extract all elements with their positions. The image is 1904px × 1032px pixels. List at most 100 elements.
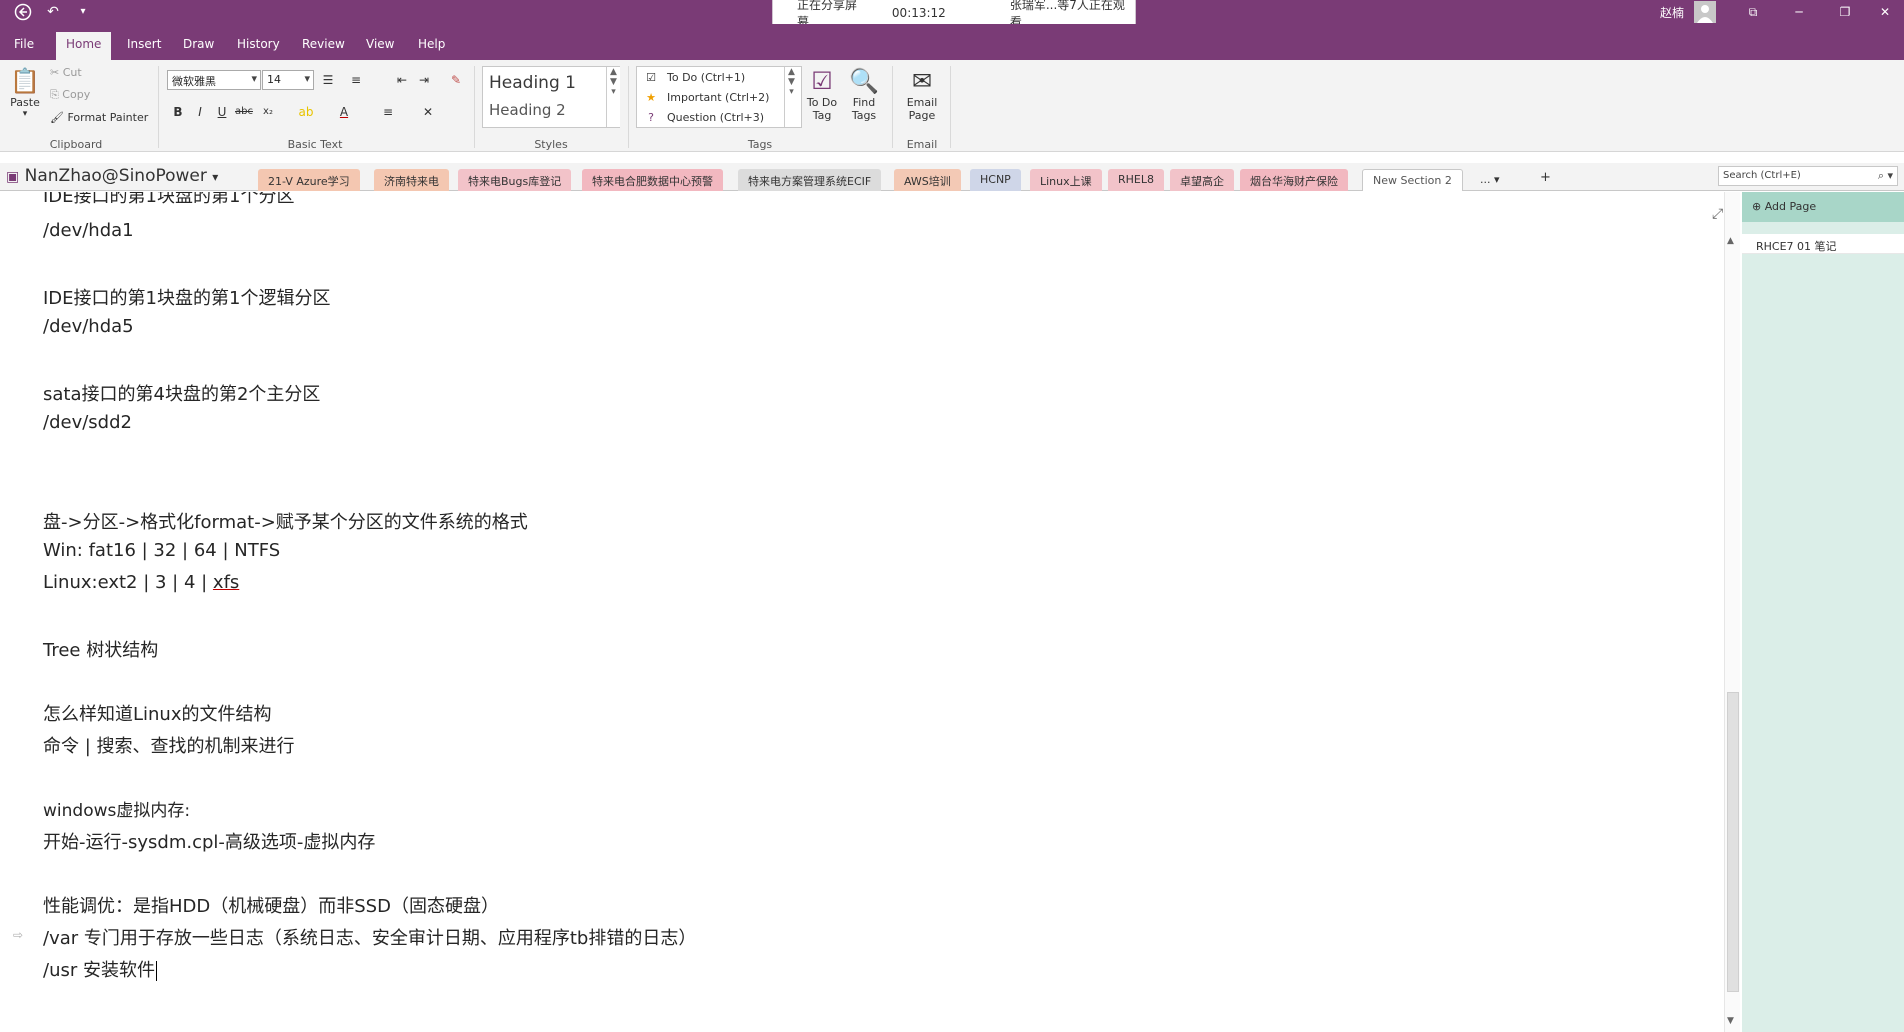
tab-view[interactable]: View	[356, 32, 404, 60]
paste-button[interactable]: 📋 Paste ▾	[8, 66, 42, 119]
more-sections-button[interactable]: ... ▾	[1470, 169, 1510, 191]
strikethrough-icon[interactable]: abc	[234, 102, 254, 122]
clear-formatting-icon[interactable]: ✎	[446, 70, 466, 90]
note-line[interactable]: Win: fat16 | 32 | 64 | NTFS	[43, 540, 280, 561]
section-tab[interactable]: 21-V Azure学习	[258, 169, 360, 191]
numbering-icon[interactable]: ≡	[346, 70, 366, 90]
close-icon[interactable]: ✕	[1870, 2, 1900, 22]
scrollbar-thumb[interactable]	[1727, 692, 1739, 992]
note-line[interactable]: IDE接口的第1块盘的第1个逻辑分区	[43, 284, 330, 310]
pages-pane: ⊕ Add Page RHCE7 01 笔记	[1742, 192, 1904, 1032]
email-page-button[interactable]: ✉ Email Page	[900, 66, 944, 122]
tab-insert[interactable]: Insert	[117, 32, 171, 60]
style-heading-1[interactable]: Heading 1	[489, 73, 576, 93]
tag-todo[interactable]: ☑ To Do (Ctrl+1)	[643, 71, 745, 84]
note-line[interactable]: Linux:ext2 | 3 | 4 | xfs	[43, 572, 239, 593]
ribbon-display-icon[interactable]: ⧉	[1738, 2, 1768, 22]
chevron-down-icon: ▾	[22, 109, 28, 119]
undo-icon[interactable]: ↶	[44, 3, 62, 21]
quick-access-dropdown-icon[interactable]: ▾	[74, 3, 92, 21]
page-scrollbar[interactable]: ▲ ▼	[1724, 192, 1740, 1032]
section-tab[interactable]: 特来电合肥数据中心预警	[582, 169, 723, 191]
tab-help[interactable]: Help	[408, 32, 455, 60]
note-line[interactable]: 盘->分区->格式化format->赋予某个分区的文件系统的格式	[43, 508, 528, 534]
note-line[interactable]: 性能调优：是指HDD（机械硬盘）而非SSD（固态硬盘）	[43, 892, 499, 918]
font-color-icon[interactable]: A	[334, 102, 354, 122]
note-line[interactable]: 命令 | 搜索、查找的机制来进行	[43, 732, 295, 758]
highlight-icon[interactable]: ab	[296, 102, 316, 122]
italic-icon[interactable]: I	[190, 102, 210, 122]
restore-icon[interactable]: ❐	[1830, 2, 1860, 22]
question-icon: ?	[648, 111, 654, 124]
copy-icon: ⎘	[50, 88, 63, 101]
section-tab[interactable]: 特来电方案管理系统ECIF	[738, 169, 882, 191]
avatar[interactable]	[1694, 1, 1716, 23]
tab-home[interactable]: Home	[56, 32, 112, 60]
section-tab[interactable]: 济南特来电	[374, 169, 449, 191]
ribbon-tabs: File Home Insert Draw History Review Vie…	[0, 24, 1904, 60]
bold-icon[interactable]: B	[168, 102, 188, 122]
styles-group-label: Styles	[534, 138, 568, 151]
note-line[interactable]: 怎么样知道Linux的文件结构	[43, 700, 272, 726]
group-divider	[892, 66, 893, 148]
underline-icon[interactable]: U	[212, 102, 232, 122]
note-line[interactable]: sata接口的第4块盘的第2个主分区	[43, 380, 320, 406]
note-line[interactable]: /usr 安装软件	[43, 956, 157, 982]
plus-circle-icon: ⊕	[1752, 200, 1765, 213]
font-family-select[interactable]: 微软雅黑 ▾	[167, 70, 261, 90]
bullets-icon[interactable]: ☰	[318, 70, 338, 90]
tag-important[interactable]: ★ Important (Ctrl+2)	[643, 91, 769, 104]
todo-tag-button[interactable]: ☑ To Do Tag	[804, 66, 840, 122]
note-line[interactable]: IDE接口的第1块盘的第1个分区	[43, 192, 294, 208]
ribbon: 📋 Paste ▾ ✂ Cut ⎘ Copy 🖌 Format Painter …	[0, 60, 1904, 152]
tab-review[interactable]: Review	[292, 32, 355, 60]
decrease-indent-icon[interactable]: ⇤	[392, 70, 412, 90]
scroll-down-icon[interactable]: ▼	[1727, 1016, 1734, 1026]
user-name: 赵楠	[1660, 6, 1685, 20]
align-icon[interactable]: ≡	[378, 102, 398, 122]
paragraph-handle-icon[interactable]: ⇨	[13, 928, 23, 942]
note-line[interactable]: /dev/hda1	[43, 220, 134, 241]
note-line[interactable]: Tree 树状结构	[43, 636, 158, 662]
page-list-item[interactable]: RHCE7 01 笔记	[1742, 234, 1904, 254]
note-line[interactable]: /var 专门用于存放一些日志（系统日志、安全审计日期、应用程序tb排错的日志）	[43, 924, 696, 950]
section-tab[interactable]: 烟台华海财产保险	[1240, 169, 1348, 191]
section-tab[interactable]: AWS培训	[894, 169, 961, 191]
find-tags-button[interactable]: 🔍 Find Tags	[846, 66, 882, 122]
delete-icon[interactable]: ✕	[418, 102, 438, 122]
styles-scroll[interactable]: ▲ ▼ ▾	[606, 67, 620, 127]
notebook-selector[interactable]: ▣ NanZhao@SinoPower ▾	[6, 166, 218, 186]
font-size-select[interactable]: 14 ▾	[262, 70, 314, 90]
format-painter-button[interactable]: 🖌 Format Painter	[50, 111, 148, 124]
section-tab[interactable]: RHEL8	[1108, 169, 1164, 191]
tags-gallery: ☑ To Do (Ctrl+1) ★ Important (Ctrl+2) ? Que…	[636, 66, 802, 128]
page-content[interactable]: IDE接口的第1块盘的第1个分区 /dev/hda1 IDE接口的第1块盘的第1…	[0, 192, 1724, 1032]
copy-button[interactable]: ⎘ Copy	[50, 88, 90, 102]
tag-question[interactable]: ? Question (Ctrl+3)	[643, 111, 764, 124]
section-tab-active[interactable]: New Section 2	[1362, 169, 1463, 191]
increase-indent-icon[interactable]: ⇥	[414, 70, 434, 90]
back-circle-icon[interactable]	[14, 3, 32, 21]
note-line[interactable]: windows虚拟内存:	[43, 796, 190, 821]
section-tab[interactable]: 卓望高企	[1170, 169, 1234, 191]
add-page-button[interactable]: ⊕ Add Page	[1742, 192, 1904, 222]
subscript-icon[interactable]: x₂	[258, 102, 278, 122]
group-divider	[950, 66, 951, 148]
note-line[interactable]: 开始-运行-sysdm.cpl-高级选项-虚拟内存	[43, 828, 375, 854]
cut-button[interactable]: ✂ Cut	[50, 66, 82, 79]
tab-history[interactable]: History	[227, 32, 290, 60]
note-line[interactable]: /dev/sdd2	[43, 412, 132, 433]
scroll-up-icon[interactable]: ▲	[1727, 236, 1734, 246]
section-tab[interactable]: 特来电Bugs库登记	[458, 169, 572, 191]
style-heading-2[interactable]: Heading 2	[489, 101, 566, 119]
tab-draw[interactable]: Draw	[173, 32, 224, 60]
minimize-icon[interactable]: ─	[1784, 2, 1814, 22]
add-section-button[interactable]: +	[1530, 169, 1561, 191]
section-tab[interactable]: HCNP	[970, 169, 1021, 191]
section-tab[interactable]: Linux上课	[1030, 169, 1102, 191]
search-input[interactable]: Search (Ctrl+E) ⌕ ▾	[1718, 166, 1898, 186]
tab-file[interactable]: File	[4, 32, 44, 60]
note-line[interactable]: /dev/hda5	[43, 316, 134, 337]
tags-scroll[interactable]: ▲ ▼ ▾	[784, 67, 798, 127]
expand-icon[interactable]: ⤢	[1712, 206, 1723, 222]
